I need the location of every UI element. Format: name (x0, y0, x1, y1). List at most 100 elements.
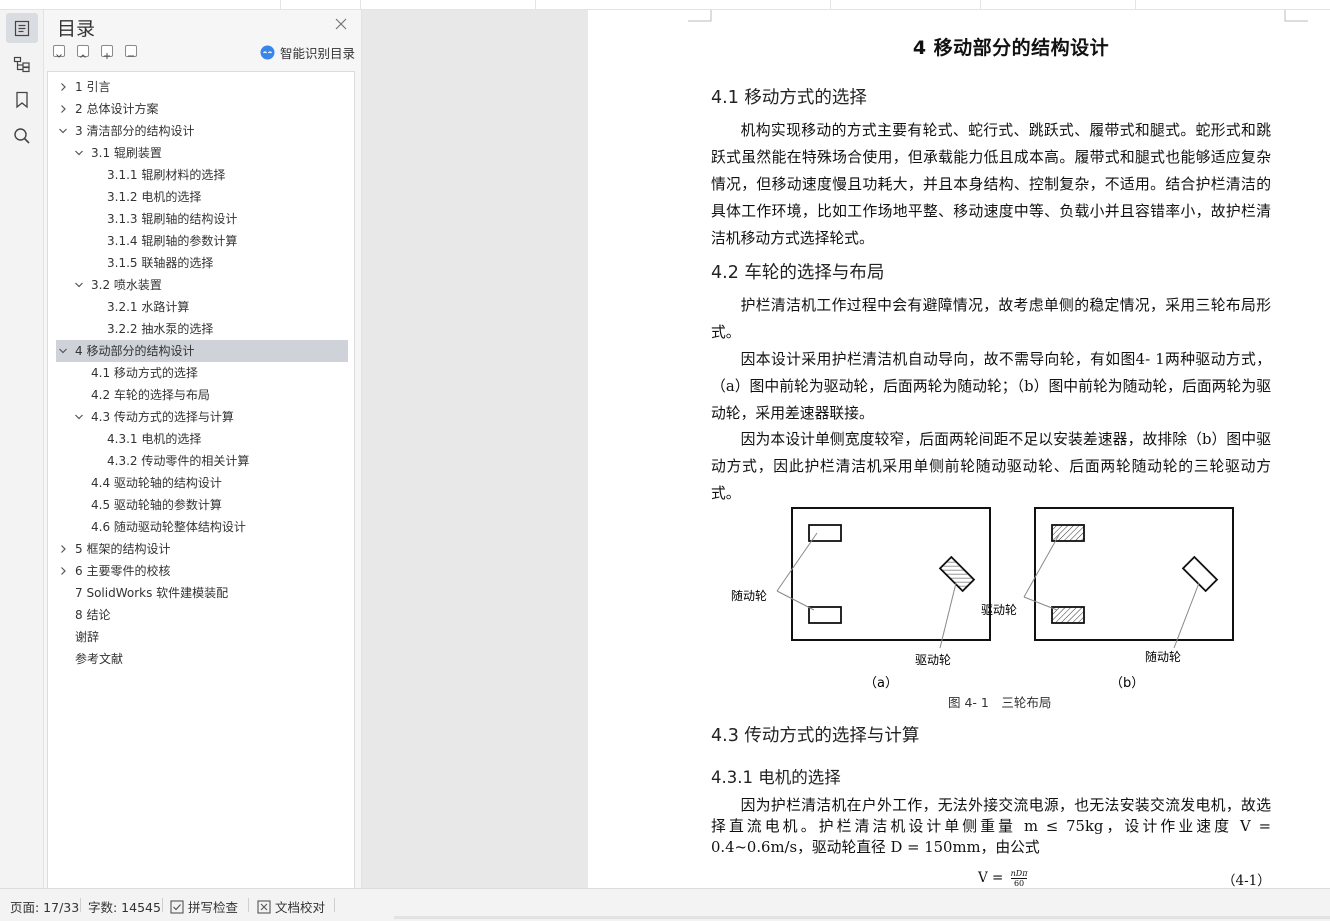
bookmark-icon (16, 91, 28, 109)
status-divider (334, 898, 335, 912)
toc-item[interactable]: 3.2 喷水装置 (56, 274, 348, 296)
toc-item[interactable]: 5 框架的结构设计 (56, 538, 348, 560)
spell-check-button[interactable]: 拼写检查 (170, 897, 238, 916)
word-count-value: 字数: 14545 (88, 900, 161, 915)
smart-toc-button[interactable]: 智能识别目录 (260, 44, 356, 61)
add-heading-button[interactable] (101, 45, 113, 59)
remove-heading-button[interactable] (125, 45, 137, 57)
spell-check-label: 拼写检查 (188, 900, 239, 915)
figure-label: 驱动轮 (981, 603, 1017, 617)
search-icon (14, 128, 30, 144)
toc-item-label: 3.1.3 辊刷轴的结构设计 (107, 212, 238, 226)
plus-icon (104, 53, 110, 59)
expand-all-button[interactable] (77, 45, 89, 58)
toc-item[interactable]: 4.3.2 传动零件的相关计算 (56, 450, 348, 472)
drive-wheel-a (938, 555, 976, 593)
figure-label: 驱动轮 (915, 653, 951, 667)
page-indicator[interactable]: 页面: 17/33 (10, 897, 79, 916)
toc-item[interactable]: 4.2 车轮的选择与布局 (56, 384, 348, 406)
document-page[interactable]: 4 移动部分的结构设计 4.1 移动方式的选择 机构实现移动的方式主要有轮式、蛇… (588, 10, 1330, 888)
formula-number: （4-1） (1222, 873, 1271, 888)
toc-item[interactable]: 3 清洁部分的结构设计 (56, 120, 348, 142)
paragraph: 因为本设计单侧宽度较窄，后面两轮间距不足以安装差速器，故排除（b）图中驱动方式，… (711, 431, 1271, 502)
chapter-title: 4 移动部分的结构设计 (912, 37, 1110, 59)
page-corner-mark (1284, 10, 1308, 22)
outline-panel-button[interactable] (6, 49, 38, 79)
paragraph: 因为护栏清洁机在户外工作，无法外接交流电源，也无法安装交流发电机，故选择直流电机… (711, 797, 1271, 856)
toc-item[interactable]: 谢辞 (56, 626, 348, 648)
collapse-all-button[interactable] (53, 45, 65, 58)
toc-item[interactable]: 参考文献 (56, 648, 348, 670)
status-divider (162, 898, 163, 912)
leader-line (1023, 596, 1058, 611)
word-count[interactable]: 字数: 14545 (88, 897, 161, 916)
chevron-down-icon[interactable] (58, 346, 68, 356)
toc-item-label: 3.1.1 辊刷材料的选择 (107, 168, 226, 182)
toc-item[interactable]: 7 SolidWorks 软件建模装配 (56, 582, 348, 604)
top-toolbar-strip (0, 0, 1330, 10)
close-icon[interactable] (334, 17, 348, 31)
toc-item-label: 3 清洁部分的结构设计 (75, 124, 195, 138)
chevron-down-icon[interactable] (74, 280, 84, 290)
minus-icon (128, 55, 134, 57)
toc-item[interactable]: 3.1.4 辊刷轴的参数计算 (56, 230, 348, 252)
figure-label: 随动轮 (1145, 649, 1181, 664)
navigation-rail (0, 10, 44, 888)
paragraph: 因本设计采用护栏清洁机自动导向，故不需导向轮，有如图4- 1两种驱动方式，（a）… (711, 351, 1271, 422)
document-canvas-margin (362, 10, 588, 888)
proofread-label: 文档校对 (275, 900, 326, 915)
toc-panel-button[interactable] (6, 13, 38, 43)
chevron-right-icon[interactable] (58, 82, 68, 92)
toc-item[interactable]: 3.1.1 辊刷材料的选择 (56, 164, 348, 186)
page-count: 页面: 17/33 (10, 900, 80, 915)
toc-item[interactable]: 3.2.1 水路计算 (56, 296, 348, 318)
driven-wheel-b (1181, 555, 1219, 593)
search-panel-button[interactable] (6, 121, 38, 151)
toc-item[interactable]: 4.3 传动方式的选择与计算 (56, 406, 348, 428)
status-divider (80, 898, 81, 912)
chevron-right-icon[interactable] (58, 104, 68, 114)
toc-item[interactable]: 4.4 驱动轮轴的结构设计 (56, 472, 348, 494)
toolbar-divider (1135, 0, 1136, 9)
toc-item[interactable]: 4.5 驱动轮轴的参数计算 (56, 494, 348, 516)
toc-item[interactable]: 3.1.5 联轴器的选择 (56, 252, 348, 274)
page-corner-mark (688, 10, 712, 22)
bookmark-panel-button[interactable] (6, 85, 38, 115)
figure-subcaption: （a） (864, 676, 898, 691)
toc-item[interactable]: 4.6 随动驱动轮整体结构设计 (56, 516, 348, 538)
toc-item-label: 2 总体设计方案 (75, 102, 159, 116)
chevron-right-icon[interactable] (58, 566, 68, 576)
proofread-icon (257, 899, 271, 914)
figure-label: 随动轮 (731, 588, 767, 603)
toc-item-label: 3.2.1 水路计算 (107, 300, 190, 314)
chevron-right-icon[interactable] (58, 544, 68, 554)
toc-item[interactable]: 1 引言 (56, 76, 348, 98)
toc-item[interactable]: 4.3.1 电机的选择 (56, 428, 348, 450)
toc-item[interactable]: 2 总体设计方案 (56, 98, 348, 120)
proofread-button[interactable]: 文档校对 (257, 897, 325, 916)
toc-item[interactable]: 4.1 移动方式的选择 (56, 362, 348, 384)
toc-item-label: 4.6 随动驱动轮整体结构设计 (91, 520, 246, 534)
toc-item[interactable]: 3.1.2 电机的选择 (56, 186, 348, 208)
subsection-heading: 4.3.1 电机的选择 (711, 768, 841, 787)
smart-toc-label: 智能识别目录 (280, 45, 356, 61)
formula-numerator: nDπ (1010, 869, 1028, 879)
toc-title: 目录 (57, 18, 96, 40)
chevron-down-icon[interactable] (74, 412, 84, 422)
toc-item-label: 4.3.2 传动零件的相关计算 (107, 454, 250, 468)
toc-item-label: 3.1.5 联轴器的选择 (107, 256, 214, 270)
toolbar-divider (280, 0, 281, 9)
chevron-down-icon[interactable] (74, 148, 84, 158)
toolbar-divider (830, 0, 831, 9)
toc-item[interactable]: 3.1.3 辊刷轴的结构设计 (56, 208, 348, 230)
three-wheel-layout-figure: 随动轮 驱动轮 （a） 驱动轮 随动轮 （b） (731, 507, 1234, 691)
toc-item[interactable]: 3.2.2 抽水泵的选择 (56, 318, 348, 340)
toc-item-label: 8 结论 (75, 608, 111, 622)
toc-item-label: 4.1 移动方式的选择 (91, 366, 198, 380)
toc-item[interactable]: 8 结论 (56, 604, 348, 626)
toc-item[interactable]: 6 主要零件的校核 (56, 560, 348, 582)
chevron-down-icon[interactable] (58, 126, 68, 136)
toc-item[interactable]: 3.1 辊刷装置 (56, 142, 348, 164)
toc-item[interactable]: 4 移动部分的结构设计 (56, 340, 348, 362)
figure-caption: 图 4- 1 三轮布局 (948, 695, 1052, 710)
